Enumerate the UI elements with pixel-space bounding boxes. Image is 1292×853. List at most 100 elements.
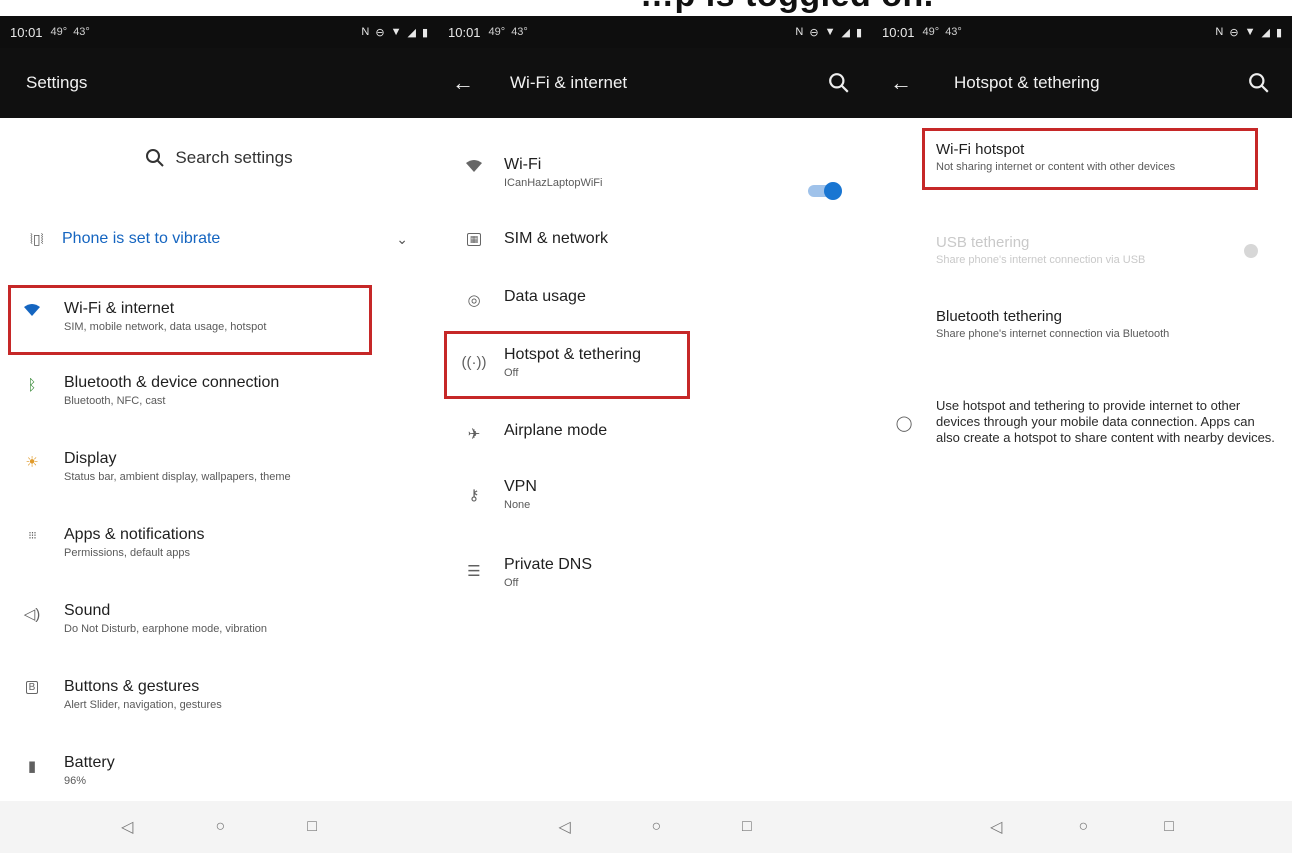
settings-item-display[interactable]: ☀ Display Status bar, ambient display, wa… — [0, 450, 438, 483]
highlight-box — [8, 285, 372, 355]
info-icon: ◯ — [895, 415, 913, 432]
vibrate-banner[interactable]: ⦚▯⦚ Phone is set to vibrate ⌄ — [30, 230, 408, 248]
settings-item-bluetooth[interactable]: ᛒ Bluetooth & device connection Bluetooth… — [0, 374, 438, 407]
wifi-item-sim[interactable]: ▦ SIM & network — [438, 230, 872, 248]
status-temp-2: 43° — [945, 26, 962, 38]
item-subtitle: Permissions, default apps — [64, 547, 190, 559]
item-title: VPN — [504, 478, 537, 495]
item-title: Battery — [64, 754, 115, 771]
nav-home-icon[interactable]: ○ — [1078, 818, 1088, 836]
status-bar: 10:01 49° 43° N ⊖ ▼ ◢ ▮ — [0, 16, 438, 48]
item-title: USB tethering — [936, 234, 1030, 251]
nav-back-icon[interactable]: ◁ — [121, 817, 133, 837]
dns-icon: ☰ — [467, 563, 481, 580]
item-title: Bluetooth tethering — [936, 308, 1062, 325]
caption-text: …p is toggled on. — [640, 0, 934, 15]
item-title: Apps & notifications — [64, 526, 205, 543]
app-bar: ← Hotspot & tethering — [872, 48, 1292, 118]
status-icons: N ⊖ ▼ ◢ ▮ — [795, 25, 862, 39]
nav-recents-icon[interactable]: □ — [742, 818, 752, 836]
nav-bar: ◁ ○ □ — [438, 801, 872, 853]
speaker-icon: ◁) — [23, 606, 41, 623]
wifi-item-airplane[interactable]: ✈ Airplane mode — [438, 422, 872, 443]
item-subtitle: Share phone's internet connection via US… — [936, 254, 1146, 266]
nav-bar: ◁ ○ □ — [872, 801, 1292, 853]
back-arrow-icon[interactable]: ← — [890, 70, 936, 96]
item-title: Wi-Fi — [504, 156, 542, 173]
buttons-icon: B — [0, 678, 64, 694]
wifi-icon — [444, 156, 504, 173]
status-icons: N ⊖ ▼ ◢ ▮ — [1215, 25, 1282, 39]
nav-home-icon[interactable]: ○ — [215, 818, 225, 836]
item-subtitle: Share phone's internet connection via Bl… — [936, 328, 1170, 340]
status-temp: 49° — [922, 26, 940, 38]
item-title: Sound — [64, 602, 111, 619]
page-title: Settings — [26, 73, 88, 92]
status-time: 10:01 — [10, 24, 43, 40]
item-title: SIM & network — [504, 230, 609, 247]
battery-icon: ▮ — [27, 758, 37, 775]
status-icons: N ⊖ ▼ ◢ ▮ — [361, 25, 428, 39]
settings-item-buttons[interactable]: B Buttons & gestures Alert Slider, naviga… — [0, 678, 438, 711]
item-subtitle: Status bar, ambient display, wallpapers,… — [64, 471, 291, 483]
search-settings[interactable]: Search settings — [0, 148, 438, 168]
nav-home-icon[interactable]: ○ — [651, 818, 661, 836]
brightness-icon: ☀ — [25, 454, 39, 471]
settings-item-battery[interactable]: ▮ Battery 96% — [0, 754, 438, 787]
sim-card-icon: ▦ — [444, 230, 504, 246]
vibrate-label: Phone is set to vibrate — [62, 230, 221, 247]
nav-recents-icon[interactable]: □ — [1164, 818, 1174, 836]
back-arrow-icon[interactable]: ← — [452, 70, 492, 96]
key-icon: ⚷ — [468, 487, 480, 504]
status-temp: 49° — [488, 26, 506, 38]
wifi-toggle[interactable] — [808, 182, 842, 200]
data-usage-icon: ◎ — [467, 292, 481, 309]
info-text: Use hotspot and tethering to provide int… — [936, 398, 1275, 445]
settings-item-apps[interactable]: ⁝⁝⁝ Apps & notifications Permissions, def… — [0, 526, 438, 559]
wifi-item-private-dns[interactable]: ☰ Private DNS Off — [438, 556, 872, 589]
item-subtitle: ICanHazLaptopWiFi — [504, 177, 603, 189]
airplane-icon: ✈ — [467, 426, 481, 443]
item-subtitle: Do Not Disturb, earphone mode, vibration — [64, 623, 267, 635]
page-title: Hotspot & tethering — [954, 73, 1100, 92]
app-bar: ← Wi-Fi & internet — [438, 48, 872, 118]
item-title: Private DNS — [504, 556, 593, 573]
status-bar: 10:01 49° 43° N ⊖ ▼ ◢ ▮ — [872, 16, 1292, 48]
highlight-box — [922, 128, 1258, 190]
hotspot-tethering-screen: 10:01 49° 43° N ⊖ ▼ ◢ ▮ ← Hotspot & tetherin… — [872, 16, 1292, 853]
nav-recents-icon[interactable]: □ — [307, 818, 317, 836]
item-subtitle: Bluetooth, NFC, cast — [64, 395, 166, 407]
item-subtitle: Off — [504, 577, 519, 589]
search-label: Search settings — [175, 148, 293, 167]
item-title: Display — [64, 450, 117, 467]
search-icon[interactable] — [1248, 72, 1270, 94]
bluetooth-icon: ᛒ — [27, 377, 37, 394]
usb-tethering-toggle[interactable] — [1244, 244, 1258, 258]
settings-screen: 10:01 49° 43° N ⊖ ▼ ◢ ▮ Settings Search sett… — [0, 16, 438, 853]
item-subtitle: None — [504, 499, 531, 511]
item-subtitle: Alert Slider, navigation, gestures — [64, 699, 222, 711]
item-title: Data usage — [504, 288, 586, 305]
hotspot-item-usb-tethering[interactable]: USB tethering Share phone's internet conn… — [872, 234, 1292, 266]
wifi-item-vpn[interactable]: ⚷ VPN None — [438, 478, 872, 511]
item-subtitle: 96% — [64, 775, 87, 787]
status-temp-2: 43° — [511, 26, 528, 38]
status-time: 10:01 — [882, 24, 915, 40]
wifi-item-data-usage[interactable]: ◎ Data usage — [438, 288, 872, 309]
item-title: Airplane mode — [504, 422, 608, 439]
status-time: 10:01 — [448, 24, 481, 40]
nav-bar: ◁ ○ □ — [0, 801, 438, 853]
wifi-item-wifi[interactable]: Wi-Fi ICanHazLaptopWiFi — [438, 156, 872, 189]
status-temp-2: 43° — [73, 26, 90, 38]
highlight-box — [444, 331, 690, 399]
vibrate-icon: ⦚▯⦚ — [30, 230, 44, 247]
nav-back-icon[interactable]: ◁ — [990, 817, 1002, 837]
chevron-down-icon[interactable]: ⌄ — [396, 231, 408, 248]
nav-back-icon[interactable]: ◁ — [558, 817, 570, 837]
settings-item-sound[interactable]: ◁) Sound Do Not Disturb, earphone mode, v… — [0, 602, 438, 635]
hotspot-item-bluetooth-tethering[interactable]: Bluetooth tethering Share phone's interne… — [872, 308, 1292, 340]
search-icon[interactable] — [828, 72, 850, 94]
hotspot-info: ◯ Use hotspot and tethering to provide i… — [872, 398, 1292, 446]
item-title: Bluetooth & device connection — [64, 374, 280, 391]
status-bar: 10:01 49° 43° N ⊖ ▼ ◢ ▮ — [438, 16, 872, 48]
